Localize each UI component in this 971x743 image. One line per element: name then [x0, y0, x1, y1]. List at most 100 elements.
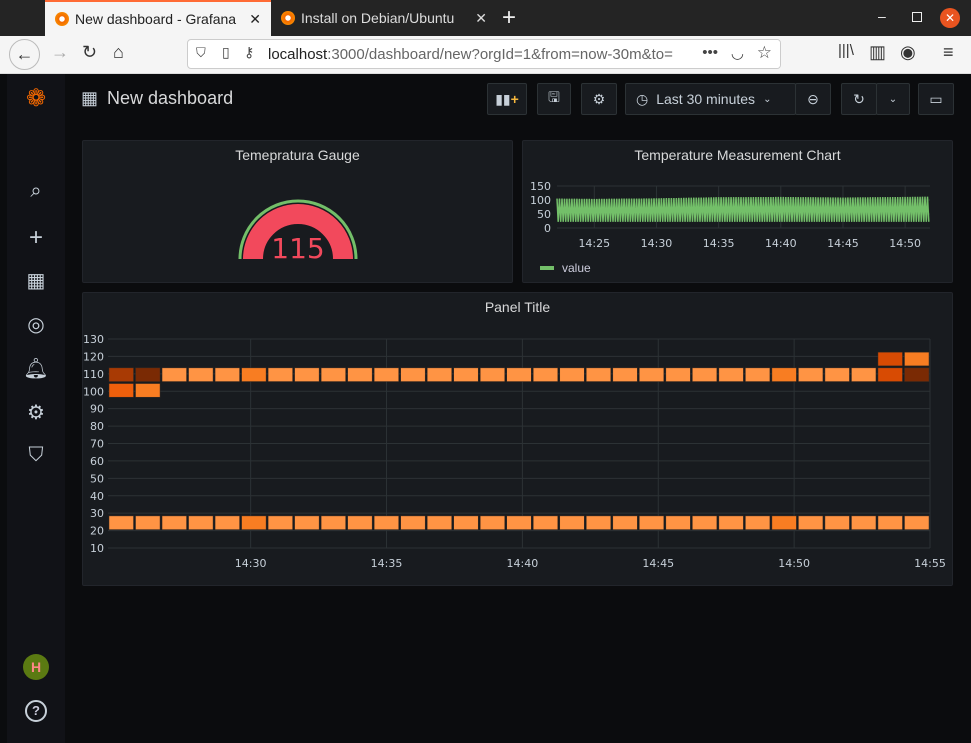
legend-item[interactable]: value — [540, 261, 591, 275]
y-tick-label: 70 — [90, 438, 104, 451]
x-tick-label: 14:30 — [235, 557, 267, 570]
search-icon[interactable]: ⌕ — [7, 180, 65, 203]
maximize-icon[interactable] — [912, 12, 922, 22]
heatmap-cell — [267, 515, 293, 530]
help-icon[interactable]: ? — [25, 700, 47, 722]
heatmap-cell — [347, 367, 373, 382]
reload-icon[interactable]: ↻ — [82, 42, 97, 63]
line-chart-panel[interactable]: Temperature Measurement Chart 150 100 50 0 1… — [522, 140, 953, 283]
x-tick-label: 14:25 — [578, 237, 610, 250]
more-icon[interactable]: ••• — [702, 44, 718, 61]
url-bar[interactable]: ⛉ ▯ ⚷ localhost:3000/dashboard/new?orgId… — [187, 39, 781, 69]
y-tick-label: 110 — [83, 368, 104, 381]
heatmap-cell — [347, 515, 373, 530]
heatmap-cell — [824, 367, 850, 382]
explore-compass-icon[interactable]: ◎ — [7, 312, 65, 337]
heatmap-cell — [373, 515, 399, 530]
x-tick-label: 14:45 — [827, 237, 859, 250]
x-tick-label: 14:40 — [765, 237, 797, 250]
heatmap-cell — [559, 367, 585, 382]
heatmap-cell — [453, 367, 479, 382]
gauge-panel[interactable]: Temepratura Gauge 115 — [82, 140, 513, 283]
add-panel-button[interactable]: ▮▮+ — [487, 83, 527, 115]
menu-icon[interactable]: ≡ — [943, 42, 954, 63]
heatmap-cell — [718, 515, 744, 530]
account-icon[interactable]: ◉ — [900, 42, 916, 63]
y-tick-label: 10 — [90, 542, 104, 555]
refresh-interval-dropdown[interactable]: ⌄ — [876, 83, 910, 115]
y-tick-label: 80 — [90, 420, 104, 433]
close-window-icon[interactable]: ✕ — [940, 8, 960, 28]
tv-mode-button[interactable]: ▭ — [918, 83, 954, 115]
heatmap-cell — [135, 367, 161, 382]
heatmap-cell — [771, 367, 797, 382]
shield-icon: ⛉ — [196, 45, 206, 60]
refresh-button[interactable]: ↻ — [841, 83, 877, 115]
heatmap-cell — [718, 367, 744, 382]
library-icon[interactable]: |||\ — [838, 42, 854, 59]
heatmap-cell — [188, 515, 214, 530]
tab-install[interactable]: Install on Debian/Ubuntu ✕ — [271, 0, 497, 36]
zoom-out-icon: ⊖ — [807, 90, 819, 107]
key-icon: ⚷ — [244, 44, 255, 60]
forward-icon[interactable]: → — [51, 42, 69, 63]
grafana-favicon-icon — [55, 12, 69, 26]
save-icon: 🖫︎ — [548, 89, 560, 105]
heatmap-cell — [851, 515, 877, 530]
heatmap-panel[interactable]: Panel Title 130 120 110 100 90 80 70 60 50 40 30 20… — [82, 292, 953, 586]
heatmap-cell — [877, 351, 903, 367]
new-tab-button[interactable]: + — [502, 4, 516, 32]
heatmap-cell — [639, 515, 665, 530]
heatmap-cell — [320, 515, 346, 530]
y-tick-label: 20 — [90, 525, 104, 538]
dashboard-title[interactable]: New dashboard — [107, 88, 233, 109]
heatmap-cell — [692, 367, 718, 382]
y-tick-label: 130 — [83, 333, 104, 346]
zoom-out-button[interactable]: ⊖ — [795, 83, 831, 115]
close-tab-icon[interactable]: ✕ — [475, 10, 487, 27]
dashboards-grid-icon[interactable]: ▦ — [7, 268, 65, 293]
x-tick-label: 14:55 — [914, 557, 946, 570]
chevron-down-icon: ⌄ — [763, 93, 772, 105]
grafana-logo-icon[interactable]: ❁ — [7, 84, 65, 113]
tab-grafana[interactable]: New dashboard - Grafana ✕ — [45, 0, 271, 36]
dashboard-settings-button[interactable]: ⚙ — [581, 83, 617, 115]
home-icon[interactable]: ⌂ — [113, 42, 124, 63]
heatmap-cell — [108, 383, 134, 398]
heatmap-cell — [453, 515, 479, 530]
create-plus-icon[interactable]: + — [7, 224, 65, 252]
clock-icon: ◷ — [636, 90, 649, 107]
sidebar-toggle-icon[interactable]: ▥ — [869, 42, 886, 63]
heatmap-cell — [904, 515, 930, 530]
heatmap-cell — [267, 367, 293, 382]
heatmap-cell — [877, 515, 903, 530]
time-picker-button[interactable]: ◷ Last 30 minutes ⌄ — [625, 83, 796, 115]
heatmap-cell — [241, 515, 267, 530]
heatmap-cell — [745, 367, 771, 382]
gear-icon: ⚙ — [592, 90, 606, 107]
y-tick-label: 50 — [90, 472, 104, 485]
close-tab-icon[interactable]: ✕ — [249, 11, 261, 28]
heatmap-cell — [665, 367, 691, 382]
y-tick-label: 60 — [90, 455, 104, 468]
heatmap-cell — [400, 367, 426, 382]
dashboard-header: ▦ New dashboard ▮▮+ 🖫︎ ⚙ ◷ Last 30 minut… — [65, 74, 971, 126]
heatmap-chart: 130 120 110 100 90 80 70 60 50 40 30 20 10 14:30 14:35… — [83, 333, 946, 570]
heatmap-cell — [135, 383, 161, 398]
heatmap-cell — [851, 367, 877, 382]
browser-tab-bar: New dashboard - Grafana ✕ Install on Deb… — [0, 0, 971, 36]
browser-nav-bar: ← → ↻ ⌂ ⛉ ▯ ⚷ localhost:3000/dashboard/n… — [0, 36, 971, 74]
back-icon[interactable]: ← — [9, 39, 40, 70]
minimize-icon[interactable]: – — [878, 8, 886, 24]
heatmap-cell — [479, 515, 505, 530]
configuration-gear-icon[interactable]: ⚙ — [7, 400, 65, 425]
user-avatar[interactable]: H — [23, 654, 49, 680]
save-dashboard-button[interactable]: 🖫︎ — [537, 83, 571, 115]
server-admin-shield-icon[interactable]: ⛉ — [7, 444, 65, 467]
x-tick-label: 14:30 — [641, 237, 673, 250]
bookmark-star-icon[interactable]: ☆ — [757, 43, 772, 63]
pocket-icon[interactable]: ◡ — [731, 44, 744, 62]
alerting-bell-icon[interactable]: 🔔︎ — [7, 356, 65, 381]
heatmap-cell — [904, 351, 930, 367]
x-tick-label: 14:50 — [778, 557, 810, 570]
